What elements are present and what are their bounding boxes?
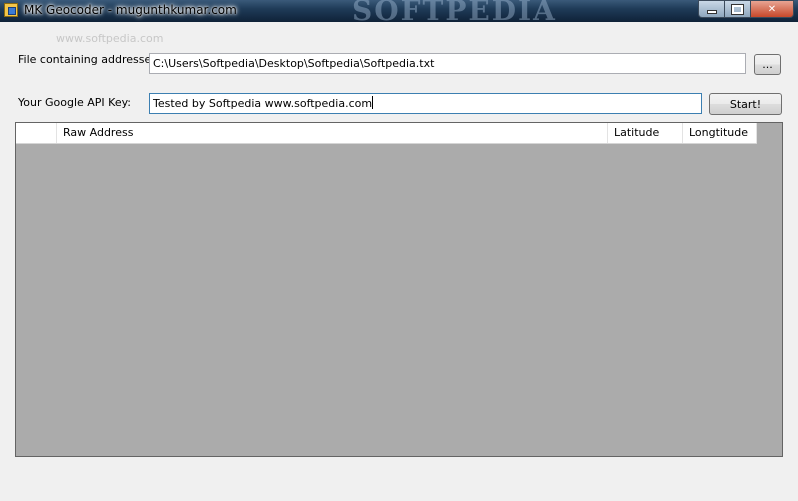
start-button[interactable]: Start! (709, 93, 782, 115)
title-bar[interactable]: SOFTPEDIA MK Geocoder - mugunthkumar.com… (0, 0, 798, 27)
close-button[interactable]: ✕ (750, 0, 794, 18)
client-area: www.softpedia.com File containing addres… (0, 22, 798, 501)
browse-button[interactable]: ... (754, 54, 781, 75)
column-latitude[interactable]: Latitude (608, 123, 683, 143)
api-key-value: Tested by Softpedia www.softpedia.com (153, 97, 373, 110)
grid-header: Raw Address Latitude Longtitude (16, 123, 757, 144)
softpedia-watermark: www.softpedia.com (56, 32, 164, 45)
window-controls: ✕ (698, 0, 794, 18)
file-label: File containing addresses: (18, 53, 161, 66)
file-path-value: C:\Users\Softpedia\Desktop\Softpedia\Sof… (153, 57, 435, 70)
results-grid[interactable]: Raw Address Latitude Longtitude (15, 122, 783, 457)
browse-button-label: ... (762, 58, 773, 71)
api-key-input[interactable]: Tested by Softpedia www.softpedia.com (149, 93, 702, 114)
row-header-column[interactable] (16, 123, 57, 143)
app-icon[interactable] (4, 3, 18, 17)
minimize-button[interactable] (698, 0, 724, 18)
window-title: MK Geocoder - mugunthkumar.com (24, 3, 237, 17)
column-raw-address[interactable]: Raw Address (57, 123, 608, 143)
app-window: SOFTPEDIA MK Geocoder - mugunthkumar.com… (0, 0, 798, 501)
maximize-button[interactable] (724, 0, 750, 18)
text-caret (372, 96, 374, 109)
start-button-label: Start! (729, 97, 762, 111)
api-key-label: Your Google API Key: (18, 96, 132, 109)
column-longitude[interactable]: Longtitude (683, 123, 757, 143)
file-path-input[interactable]: C:\Users\Softpedia\Desktop\Softpedia\Sof… (149, 53, 746, 74)
